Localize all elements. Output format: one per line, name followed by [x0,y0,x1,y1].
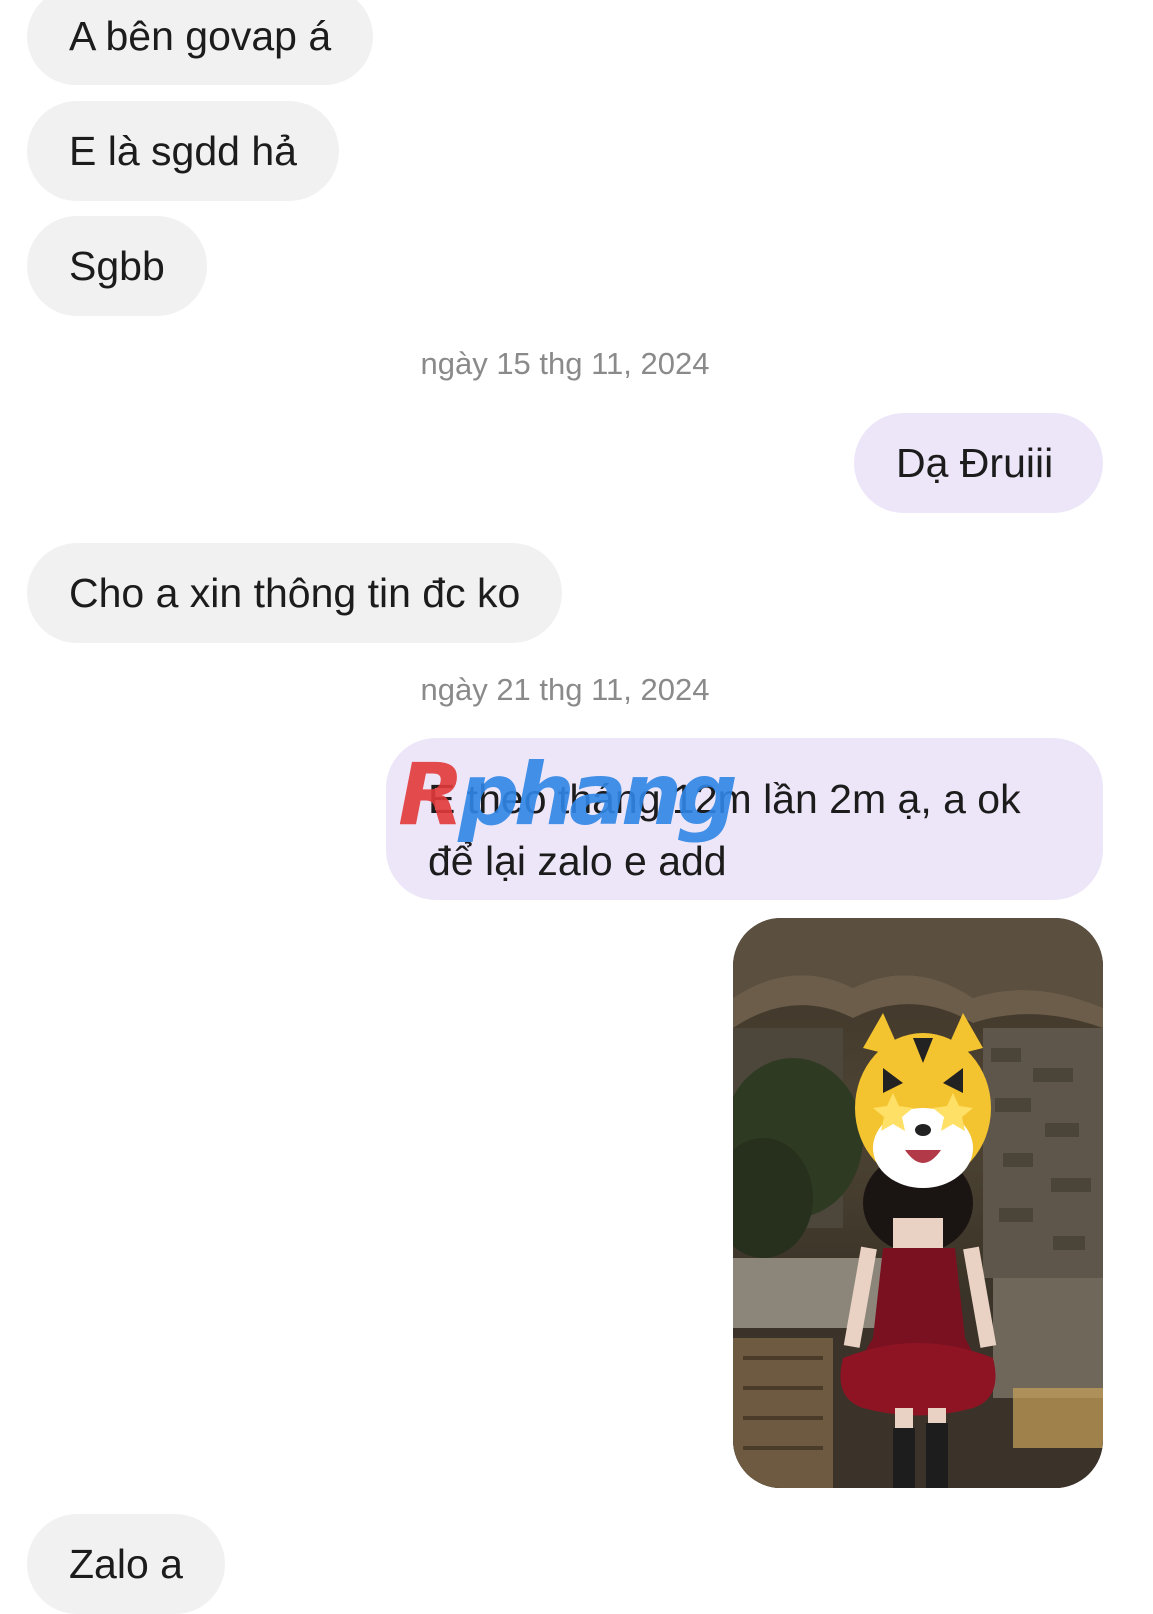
incoming-message[interactable]: Zalo a [27,1514,225,1614]
date-separator: ngày 21 thg 11, 2024 [420,672,710,707]
photo-image [733,918,1103,1488]
date-separator: ngày 15 thg 11, 2024 [420,346,710,381]
message-text: E là sgdd hả [69,128,297,174]
photo-message[interactable] [733,918,1103,1488]
message-text-line: để lại zalo e add [428,838,727,884]
message-text: Zalo a [69,1541,183,1587]
incoming-message[interactable]: Sgbb [27,216,207,316]
message-text-line: E theo tháng 12m lần 2m ạ, a ok [428,776,1021,822]
tiger-sticker-icon [855,1013,991,1188]
outgoing-message[interactable]: Dạ Đruiii [854,413,1103,513]
message-text: A bên govap á [69,13,332,59]
incoming-message[interactable]: A bên govap á [27,0,374,85]
outgoing-message[interactable]: E theo tháng 12m lần 2m ạ, a ok để lại z… [386,738,1103,900]
message-text: Dạ Đruiii [896,440,1054,486]
incoming-message[interactable]: E là sgdd hả [27,101,339,201]
message-text: Sgbb [69,243,165,289]
incoming-message[interactable]: Cho a xin thông tin đc ko [27,543,563,643]
message-text: Cho a xin thông tin đc ko [69,570,521,616]
